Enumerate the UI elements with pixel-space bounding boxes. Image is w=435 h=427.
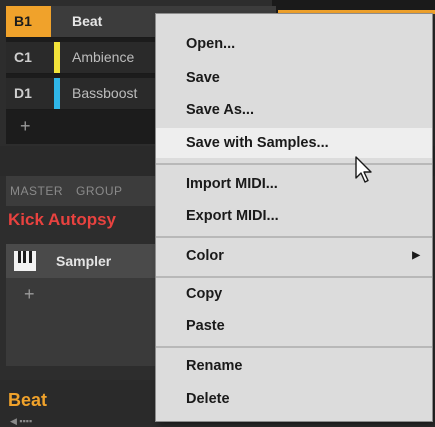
menu-item-import-midi[interactable]: Import MIDI... (156, 170, 432, 198)
group-color-swatch (54, 42, 60, 73)
menu-item-save-as[interactable]: Save As... (156, 96, 432, 124)
add-plugin-button[interactable]: + (24, 284, 35, 305)
menu-item-open[interactable]: Open... (156, 30, 432, 58)
group-id: D1 (14, 85, 32, 101)
menu-separator (156, 163, 432, 165)
menu-item-export-midi[interactable]: Export MIDI... (156, 202, 432, 230)
piano-keys-icon (14, 251, 36, 271)
menu-item-paste[interactable]: Paste (156, 312, 432, 340)
group-color-swatch (54, 78, 60, 109)
menu-item-delete[interactable]: Delete (156, 385, 432, 413)
menu-item-rename[interactable]: Rename (156, 352, 432, 380)
arranger-strip (272, 0, 435, 14)
plugin-slot-sampler[interactable]: Sampler (6, 244, 156, 278)
menu-separator (156, 236, 432, 238)
add-group-button[interactable]: + (20, 116, 31, 137)
context-menu: Open... Save Save As... Save with Sample… (156, 14, 432, 421)
menu-item-save-with-samples[interactable]: Save with Samples... (156, 128, 432, 158)
submenu-arrow-icon: ▶ (412, 250, 420, 261)
tab-group[interactable]: GROUP (76, 176, 123, 206)
group-id: C1 (14, 49, 32, 65)
menu-item-copy[interactable]: Copy (156, 280, 432, 308)
group-label: Beat (8, 390, 48, 410)
sound-title: Kick Autopsy (8, 210, 117, 229)
group-id: B1 (6, 6, 51, 37)
tab-master[interactable]: MASTER (10, 176, 63, 206)
menu-item-label: Color (186, 248, 224, 264)
menu-item-color[interactable]: Color ▶ (156, 242, 432, 270)
menu-item-save[interactable]: Save (156, 64, 432, 92)
scroll-left-icon[interactable]: ◀ ▪▪▪▪ (10, 416, 32, 427)
mouse-cursor-icon (355, 156, 372, 183)
menu-separator (156, 276, 432, 278)
menu-separator (156, 346, 432, 348)
plugin-name: Sampler (56, 253, 112, 269)
